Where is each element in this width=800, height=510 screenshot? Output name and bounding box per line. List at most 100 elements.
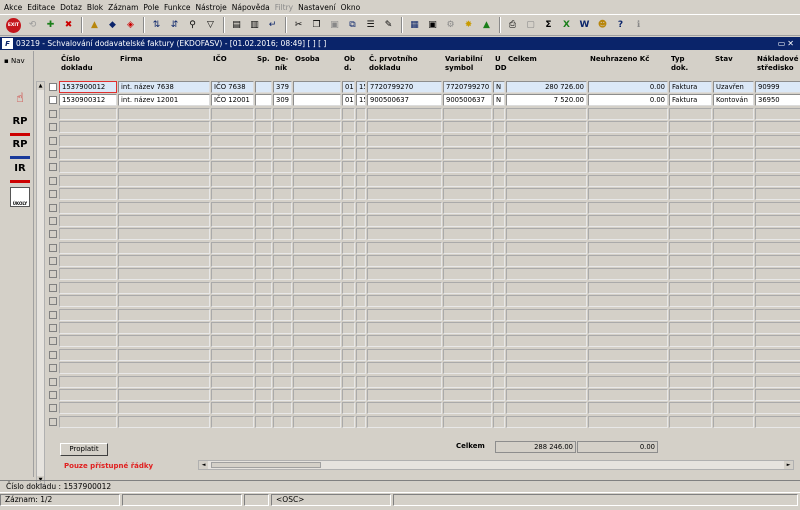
sum-icon[interactable]: Σ: [541, 18, 556, 33]
note-icon[interactable]: ▢: [523, 18, 538, 33]
grid-cell[interactable]: [443, 188, 492, 201]
grid-cell[interactable]: [443, 402, 492, 415]
grid-cell[interactable]: [211, 134, 254, 147]
grid-cell[interactable]: [588, 241, 668, 254]
grid-cell[interactable]: [506, 228, 587, 241]
row-checkbox[interactable]: [49, 417, 57, 426]
grid-cell[interactable]: [342, 295, 355, 308]
grid-cell[interactable]: [443, 348, 492, 361]
grid-cell[interactable]: [211, 308, 254, 321]
grid-cell[interactable]: [367, 375, 442, 388]
grid-cell[interactable]: [118, 188, 210, 201]
grid-cell[interactable]: [118, 335, 210, 348]
grid-cell[interactable]: [367, 255, 442, 268]
table-row[interactable]: [47, 174, 800, 188]
attach-icon[interactable]: ⎙: [505, 18, 520, 33]
grid-cell[interactable]: [356, 147, 366, 160]
grid-cell[interactable]: [367, 388, 442, 401]
table-row[interactable]: [47, 348, 800, 362]
rp-red-icon[interactable]: RP: [10, 116, 30, 136]
grid-cell[interactable]: [356, 107, 366, 120]
grid-cell[interactable]: [356, 402, 366, 415]
table-row[interactable]: [47, 121, 800, 134]
grid-cell[interactable]: [669, 188, 712, 201]
column-header[interactable]: U DD: [495, 55, 507, 73]
grid-cell[interactable]: [588, 322, 668, 335]
grid-cell[interactable]: 1530900312: [59, 94, 117, 107]
grid-cell[interactable]: [356, 295, 366, 308]
grid-cell[interactable]: [506, 388, 587, 401]
grid-cell[interactable]: [293, 295, 341, 308]
table-row[interactable]: [47, 308, 800, 322]
proplatit-button[interactable]: Proplatit: [60, 443, 108, 456]
grid-cell[interactable]: [356, 255, 366, 268]
grid-cell[interactable]: [493, 161, 505, 174]
grid-cell[interactable]: [342, 241, 355, 254]
grid-cell[interactable]: [506, 188, 587, 201]
grid-cell[interactable]: [356, 268, 366, 281]
grid-cell[interactable]: [588, 214, 668, 227]
grid-cell[interactable]: 379: [273, 81, 292, 93]
grid-cell[interactable]: [356, 362, 366, 375]
ir-icon[interactable]: IR: [10, 163, 30, 183]
grid-cell[interactable]: 01: [342, 94, 355, 107]
grid-cell[interactable]: [367, 362, 442, 375]
grid-cell[interactable]: [273, 348, 292, 361]
sort-desc-icon[interactable]: ⇵: [167, 18, 182, 33]
grid-cell[interactable]: [356, 214, 366, 227]
grid-cell[interactable]: [588, 268, 668, 281]
table-row[interactable]: [47, 134, 800, 148]
grid-cell[interactable]: [713, 228, 754, 241]
grid-cell[interactable]: [367, 415, 442, 428]
row-checkbox[interactable]: [49, 109, 57, 118]
grid-cell[interactable]: [273, 295, 292, 308]
grid-cell[interactable]: [255, 295, 272, 308]
grid-cell[interactable]: [59, 268, 117, 281]
table-row[interactable]: [47, 402, 800, 415]
grid-cell[interactable]: [211, 121, 254, 134]
grid-cell[interactable]: [211, 161, 254, 174]
grid-cell[interactable]: [713, 134, 754, 147]
row-checkbox[interactable]: [49, 243, 57, 252]
grid-cell[interactable]: [755, 295, 800, 308]
grid-cell[interactable]: 900500637: [367, 94, 442, 107]
grid-cell[interactable]: [506, 322, 587, 335]
cut-icon[interactable]: ✂: [291, 18, 306, 33]
grid-cell[interactable]: [506, 295, 587, 308]
delete-record-icon[interactable]: ✖: [61, 18, 76, 33]
grid-cell[interactable]: [255, 241, 272, 254]
grid-cell[interactable]: [211, 268, 254, 281]
grid-cell[interactable]: [506, 402, 587, 415]
table-row[interactable]: [47, 201, 800, 215]
grid-cell[interactable]: [367, 188, 442, 201]
export-icon[interactable]: ↵: [265, 18, 280, 33]
grid-cell[interactable]: [588, 161, 668, 174]
grid-cell[interactable]: [255, 255, 272, 268]
menu-item[interactable]: Funkce: [164, 3, 191, 12]
grid-cell[interactable]: [506, 415, 587, 428]
info-icon[interactable]: ℹ: [631, 18, 646, 33]
grid-cell[interactable]: [713, 161, 754, 174]
grid-cell[interactable]: [211, 415, 254, 428]
grid-cell[interactable]: [713, 268, 754, 281]
table-row[interactable]: [47, 188, 800, 201]
menu-item[interactable]: Nastavení: [298, 3, 336, 12]
grid-cell[interactable]: [211, 188, 254, 201]
row-checkbox[interactable]: [49, 337, 57, 346]
grid-cell[interactable]: [493, 362, 505, 375]
grid-cell[interactable]: [669, 322, 712, 335]
grid-cell[interactable]: [367, 121, 442, 134]
grid-cell[interactable]: [493, 308, 505, 321]
menu-item[interactable]: Nástroje: [195, 3, 226, 12]
grid-cell[interactable]: [118, 147, 210, 160]
grid-cell[interactable]: [588, 348, 668, 361]
grid-cell[interactable]: [356, 281, 366, 294]
grid-cell[interactable]: [713, 121, 754, 134]
grid-cell[interactable]: [493, 228, 505, 241]
grid-cell[interactable]: [755, 308, 800, 321]
grid-cell[interactable]: [367, 308, 442, 321]
grid-cell[interactable]: [255, 415, 272, 428]
grid-cell[interactable]: [255, 188, 272, 201]
grid-cell[interactable]: [669, 402, 712, 415]
grid-cell[interactable]: [755, 268, 800, 281]
